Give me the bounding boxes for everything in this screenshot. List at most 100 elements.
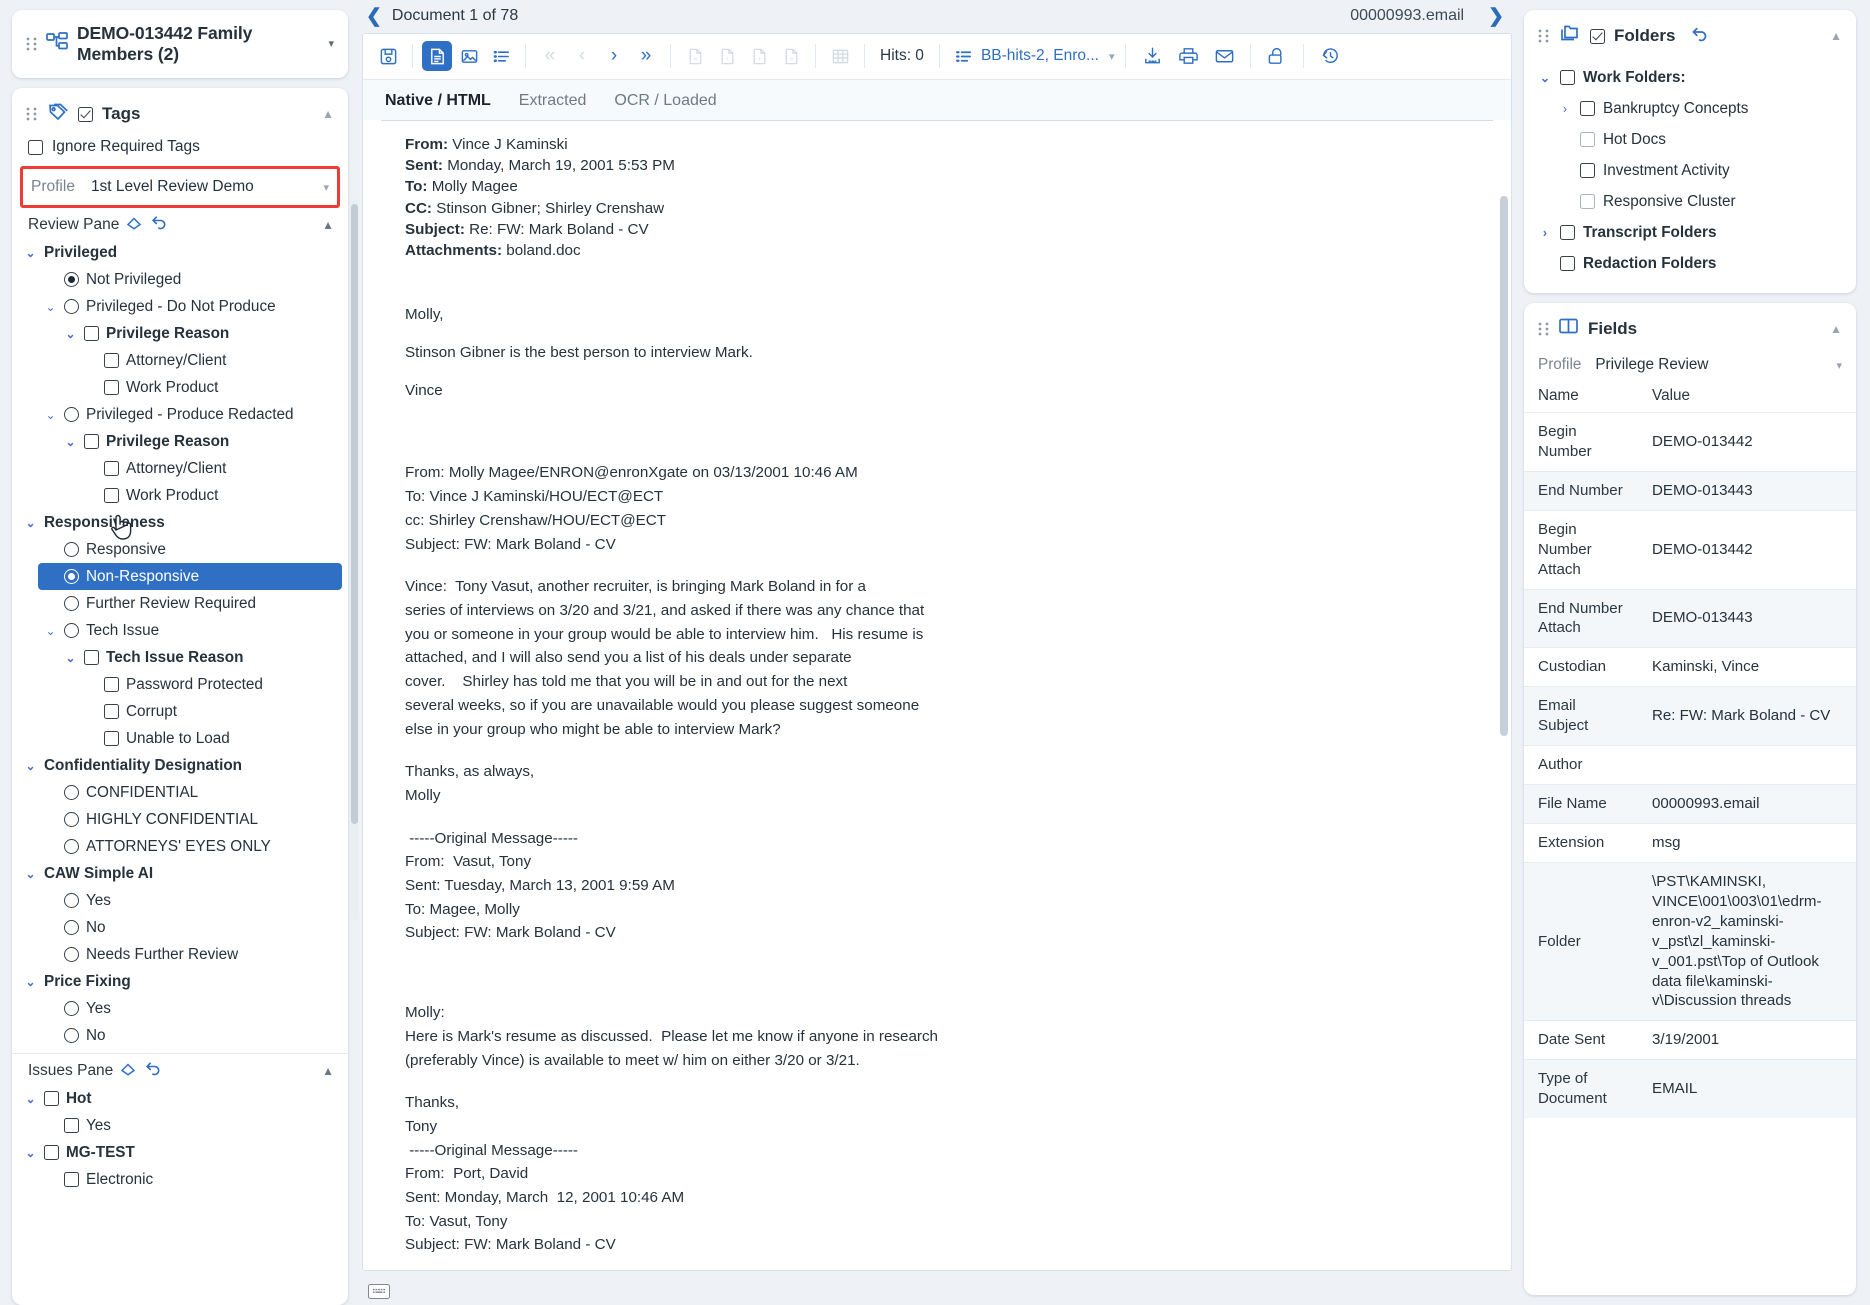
radio-button[interactable]: [64, 623, 79, 638]
list-view-button[interactable]: [486, 41, 516, 71]
chevron-toggle-icon[interactable]: ⌄: [64, 652, 77, 664]
chevron-toggle-icon[interactable]: ⌄: [24, 976, 37, 988]
folder-item[interactable]: › Transcript Folders: [1534, 217, 1846, 248]
folder-checkbox[interactable]: [1580, 163, 1595, 178]
collapse-icon[interactable]: ▲: [322, 218, 334, 232]
review-tree-item[interactable]: ⌄ Work Product: [78, 482, 342, 509]
review-tree-item[interactable]: ⌄ Tech Issue Reason: [58, 644, 342, 671]
page-last-icon[interactable]: »: [776, 41, 806, 71]
folder-item[interactable]: › Redaction Folders: [1534, 248, 1846, 279]
checkbox[interactable]: [44, 1091, 59, 1106]
print-icon[interactable]: [1171, 41, 1205, 71]
chevron-toggle-icon[interactable]: ›: [1538, 226, 1552, 240]
checkbox[interactable]: [84, 434, 99, 449]
chevron-down-icon[interactable]: ▾: [323, 181, 329, 194]
chevron-toggle-icon[interactable]: ⌄: [64, 328, 77, 340]
grid-icon[interactable]: [825, 41, 855, 71]
download-icon[interactable]: [1135, 41, 1169, 71]
undo-icon[interactable]: [150, 215, 167, 235]
radio-button[interactable]: [64, 1001, 79, 1016]
issues-tree-item[interactable]: ⌄ Hot: [18, 1085, 342, 1112]
hit-list-icon[interactable]: [949, 41, 979, 71]
drag-handle-icon[interactable]: [1538, 321, 1549, 336]
collapse-icon[interactable]: ▲: [322, 1064, 334, 1078]
review-tree-item[interactable]: ⌄ Responsive: [38, 536, 342, 563]
chevron-toggle-icon[interactable]: ›: [1558, 102, 1572, 116]
folder-checkbox[interactable]: [1560, 70, 1575, 85]
review-tree-item[interactable]: ⌄ Attorney/Client: [78, 347, 342, 374]
radio-button[interactable]: [64, 920, 79, 935]
chevron-down-icon[interactable]: ▾: [328, 38, 334, 50]
issues-tree-item[interactable]: ⌄ Yes: [38, 1112, 342, 1139]
folder-checkbox[interactable]: [1560, 225, 1575, 240]
review-tree-item[interactable]: ⌄ Privilege Reason: [58, 320, 342, 347]
page-prev-icon[interactable]: ‹: [712, 41, 742, 71]
search-set-selector[interactable]: BB-hits-2, Enro...: [981, 47, 1099, 65]
radio-button[interactable]: [64, 785, 79, 800]
folder-checkbox[interactable]: [1560, 256, 1575, 271]
radio-button[interactable]: [64, 299, 79, 314]
review-tree-item[interactable]: ⌄ Unable to Load: [78, 725, 342, 752]
review-tree-item[interactable]: ⌄ Password Protected: [78, 671, 342, 698]
keyboard-shortcuts-icon[interactable]: [368, 1283, 390, 1299]
chevron-toggle-icon[interactable]: ⌄: [24, 868, 37, 880]
envelope-icon[interactable]: [1207, 41, 1241, 71]
tags-master-checkbox[interactable]: [78, 106, 93, 122]
review-tree-item[interactable]: ⌄ CONFIDENTIAL: [38, 779, 342, 806]
radio-button[interactable]: [64, 839, 79, 854]
document-scrollbar-thumb[interactable]: [1500, 195, 1508, 736]
folder-item[interactable]: ⌄ Work Folders:: [1534, 62, 1846, 93]
chevron-toggle-icon[interactable]: ⌄: [24, 247, 37, 259]
issues-tree-item[interactable]: ⌄ Electronic: [38, 1166, 342, 1193]
next-page-button[interactable]: ›: [599, 41, 629, 71]
last-page-button[interactable]: »: [631, 41, 661, 71]
tab-native-html[interactable]: Native / HTML: [385, 92, 491, 110]
image-view-button[interactable]: [454, 41, 484, 71]
chevron-toggle-icon[interactable]: ⌄: [24, 1147, 37, 1159]
review-tree-item[interactable]: ⌄ Privileged - Produce Redacted: [38, 401, 342, 428]
review-tree-item[interactable]: ⌄ Yes: [38, 995, 342, 1022]
radio-button[interactable]: [64, 812, 79, 827]
folder-checkbox[interactable]: [1580, 101, 1595, 116]
native-view-button[interactable]: [422, 41, 452, 72]
undo-icon[interactable]: [1690, 26, 1708, 47]
review-tree-item[interactable]: ⌄ Further Review Required: [38, 590, 342, 617]
eraser-icon[interactable]: [126, 215, 143, 235]
checkbox[interactable]: [64, 1172, 79, 1187]
collapse-icon[interactable]: ▲: [1830, 322, 1842, 336]
review-tree-item[interactable]: ⌄ Privileged - Do Not Produce: [38, 293, 342, 320]
folder-item[interactable]: › Investment Activity: [1554, 155, 1846, 186]
checkbox[interactable]: [104, 704, 119, 719]
chevron-down-icon[interactable]: ▾: [1836, 359, 1842, 372]
radio-button[interactable]: [64, 407, 79, 422]
ignore-required-tags-checkbox[interactable]: [28, 139, 43, 155]
folder-item[interactable]: › Hot Docs: [1554, 124, 1846, 155]
page-first-icon[interactable]: «: [680, 41, 710, 71]
checkbox[interactable]: [104, 353, 119, 368]
checkbox[interactable]: [104, 731, 119, 746]
checkbox[interactable]: [104, 461, 119, 476]
eraser-icon[interactable]: [120, 1061, 137, 1081]
chevron-toggle-icon[interactable]: ⌄: [44, 301, 57, 313]
review-tree-item[interactable]: ⌄ No: [38, 914, 342, 941]
tab-ocr-loaded[interactable]: OCR / Loaded: [614, 92, 716, 110]
checkbox[interactable]: [64, 1118, 79, 1133]
ignore-required-tags-row[interactable]: Ignore Required Tags: [12, 136, 348, 166]
chevron-toggle-icon[interactable]: ⌄: [24, 517, 37, 529]
review-tree-item[interactable]: ⌄ Corrupt: [78, 698, 342, 725]
radio-button[interactable]: [64, 1028, 79, 1043]
checkbox[interactable]: [104, 380, 119, 395]
collapse-icon[interactable]: ▲: [322, 107, 334, 121]
chevron-toggle-icon[interactable]: ⌄: [24, 1093, 37, 1105]
radio-button[interactable]: [64, 542, 79, 557]
checkbox[interactable]: [104, 677, 119, 692]
review-tree-item[interactable]: ⌄ Attorney/Client: [78, 455, 342, 482]
review-tree-item[interactable]: ⌄ Work Product: [78, 374, 342, 401]
tag-profile-selector[interactable]: Profile 1st Level Review Demo ▾: [20, 166, 340, 208]
review-tree-item[interactable]: ⌄ Non-Responsive: [38, 563, 342, 590]
drag-handle-icon[interactable]: [1538, 29, 1549, 43]
checkbox[interactable]: [84, 650, 99, 665]
review-tree-item[interactable]: ⌄ Yes: [38, 887, 342, 914]
chevron-toggle-icon[interactable]: ⌄: [1538, 70, 1552, 85]
review-tree-item[interactable]: ⌄ Not Privileged: [38, 266, 342, 293]
